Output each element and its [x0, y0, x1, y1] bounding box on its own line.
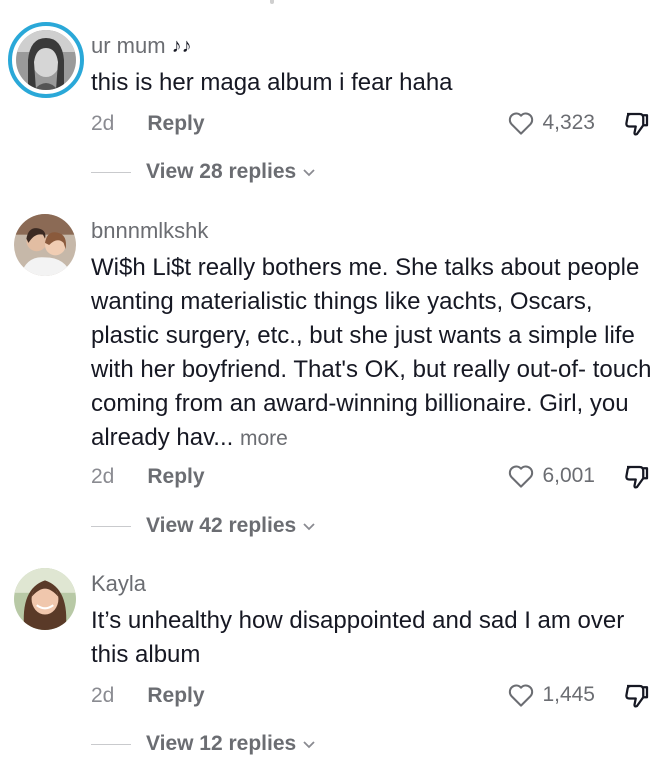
replies-divider: [91, 171, 131, 173]
avatar[interactable]: [8, 22, 84, 98]
heart-outline-icon: [509, 684, 534, 707]
avatar[interactable]: [14, 568, 76, 630]
expand-more-button[interactable]: more: [240, 427, 288, 450]
previous-comment-edge: [270, 0, 274, 4]
replies-divider: [91, 743, 131, 745]
like-button[interactable]: 6,001: [506, 461, 595, 491]
like-button[interactable]: 4,323: [506, 108, 595, 138]
thumbs-down-outline-icon[interactable]: [622, 462, 652, 492]
comment-username[interactable]: Kayla: [91, 571, 146, 597]
comment-time: 2d: [91, 465, 115, 488]
like-count: 6,001: [542, 464, 595, 487]
comment-time: 2d: [91, 112, 115, 135]
replies-divider: [91, 525, 131, 527]
comment-text: Wi$h Li$t really bothers me. She talks a…: [91, 254, 652, 451]
thumbs-down-outline-icon[interactable]: [622, 109, 652, 139]
comment-text: this is her maga album i fear haha: [91, 69, 453, 96]
reply-button[interactable]: Reply: [147, 465, 204, 489]
avatar-photo: [14, 568, 76, 630]
comment-meta: 2d Reply: [91, 684, 205, 708]
chevron-down-icon: [303, 741, 315, 749]
like-button[interactable]: 1,445: [506, 680, 595, 710]
avatar-photo: [16, 30, 76, 90]
like-count: 4,323: [542, 111, 595, 134]
thumbs-down-outline-icon[interactable]: [622, 681, 652, 711]
comment-meta: 2d Reply: [91, 465, 205, 489]
heart-outline-icon: [509, 112, 534, 135]
music-notes-icon: ♪♪: [171, 34, 192, 57]
reply-button[interactable]: Reply: [147, 112, 204, 136]
view-replies-button[interactable]: View 28 replies: [91, 160, 316, 184]
heart-outline-icon: [509, 465, 534, 488]
like-count: 1,445: [542, 683, 595, 706]
reply-button[interactable]: Reply: [147, 684, 204, 708]
avatar-photo: [14, 214, 76, 276]
comment-time: 2d: [91, 684, 115, 707]
view-replies-button[interactable]: View 12 replies: [91, 732, 316, 756]
comment-meta: 2d Reply: [91, 112, 205, 136]
comment-text: It’s unhealthy how disappointed and sad …: [91, 607, 625, 668]
comment-username[interactable]: ur mum ♪♪: [91, 33, 192, 59]
comment-username[interactable]: bnnnmlkshk: [91, 218, 208, 244]
avatar[interactable]: [14, 214, 76, 276]
view-replies-button[interactable]: View 42 replies: [91, 514, 316, 538]
chevron-down-icon: [303, 523, 315, 531]
chevron-down-icon: [303, 169, 315, 177]
